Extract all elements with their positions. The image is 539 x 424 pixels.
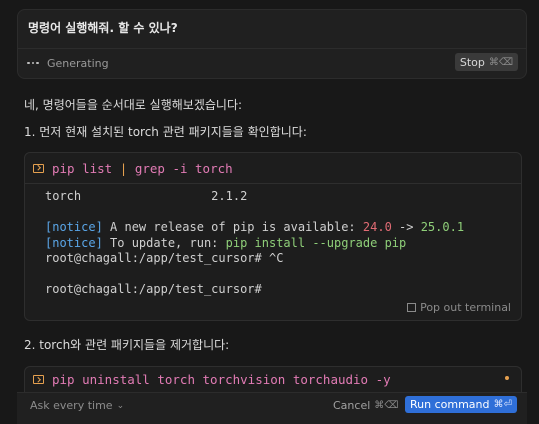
- terminal-header: pip list | grep -i torch: [25, 153, 521, 184]
- stop-button[interactable]: Stop ⌘⌫: [454, 53, 518, 71]
- ask-label: Ask every time: [30, 399, 113, 412]
- new-version: 25.0.1: [420, 220, 465, 234]
- ask-every-time-dropdown[interactable]: Ask every time ⌄: [30, 399, 124, 412]
- notice-text-1: A new release of pip is available:: [102, 220, 363, 234]
- terminal-icon: [33, 375, 44, 384]
- generating-label: Generating: [47, 56, 109, 70]
- user-prompt-text: 명령어 실행해줘. 할 수 있나?: [28, 21, 178, 35]
- external-link-icon: [407, 303, 417, 312]
- shell-prompt-2: root@chagall:/app/test_cursor#: [45, 282, 262, 296]
- assistant-intro: 네, 명령어들을 순서대로 실행해보겠습니다:: [24, 98, 243, 112]
- terminal-output: torch 2.1.2 [notice] A new release of pi…: [25, 184, 521, 298]
- pop-out-terminal-button[interactable]: Pop out terminal: [407, 301, 511, 314]
- notice-text-2: To update, run:: [102, 235, 226, 250]
- command-part-2: grep -i torch: [134, 160, 233, 176]
- user-prompt-card: 명령어 실행해줘. 할 수 있나? Generating Stop ⌘⌫: [17, 9, 527, 79]
- cancel-label: Cancel: [333, 399, 371, 412]
- pop-out-label: Pop out terminal: [420, 301, 511, 314]
- divider: [18, 48, 526, 49]
- terminal-icon: [33, 163, 44, 173]
- run-label: Run command: [410, 398, 490, 411]
- run-shortcut: ⌘⏎: [493, 399, 512, 410]
- run-command-button[interactable]: Run command ⌘⏎: [405, 396, 517, 413]
- step-1-text: 1. 먼저 현재 설치된 torch 관련 패키지들을 확인합니다:: [24, 125, 307, 139]
- version-arrow: ->: [391, 220, 421, 234]
- shell-prompt-1: root@chagall:/app/test_cursor# ^C: [45, 251, 284, 265]
- cancel-shortcut: ⌘⌫: [374, 400, 399, 411]
- ellipsis-icon: [27, 61, 41, 65]
- update-command: pip install --upgrade pip: [225, 235, 407, 250]
- terminal-block-1: pip list | grep -i torch torch 2.1.2 [no…: [24, 152, 522, 321]
- command-part-1: pip list: [52, 160, 113, 176]
- notice-tag-2: [notice]: [45, 235, 103, 250]
- notice-tag: [notice]: [45, 220, 103, 234]
- output-torch-line: torch 2.1.2: [45, 189, 248, 203]
- old-version: 24.0: [362, 220, 392, 234]
- pending-status-dot: [505, 376, 509, 380]
- chevron-down-icon: ⌄: [116, 400, 125, 411]
- stop-shortcut: ⌘⌫: [488, 56, 513, 68]
- command-pipe: |: [119, 160, 128, 176]
- command-approval-bar: Ask every time ⌄ Cancel ⌘⌫ Run command ⌘…: [17, 392, 527, 424]
- generating-status: Generating: [27, 55, 109, 71]
- pending-command: pip uninstall torch torchvision torchaud…: [52, 372, 391, 387]
- terminal-header-2: pip uninstall torch torchvision torchaud…: [33, 372, 391, 387]
- step-2-text: 2. torch와 관련 패키지들을 제거합니다:: [24, 338, 230, 352]
- cancel-button[interactable]: Cancel ⌘⌫: [333, 399, 398, 412]
- stop-label: Stop: [459, 55, 485, 69]
